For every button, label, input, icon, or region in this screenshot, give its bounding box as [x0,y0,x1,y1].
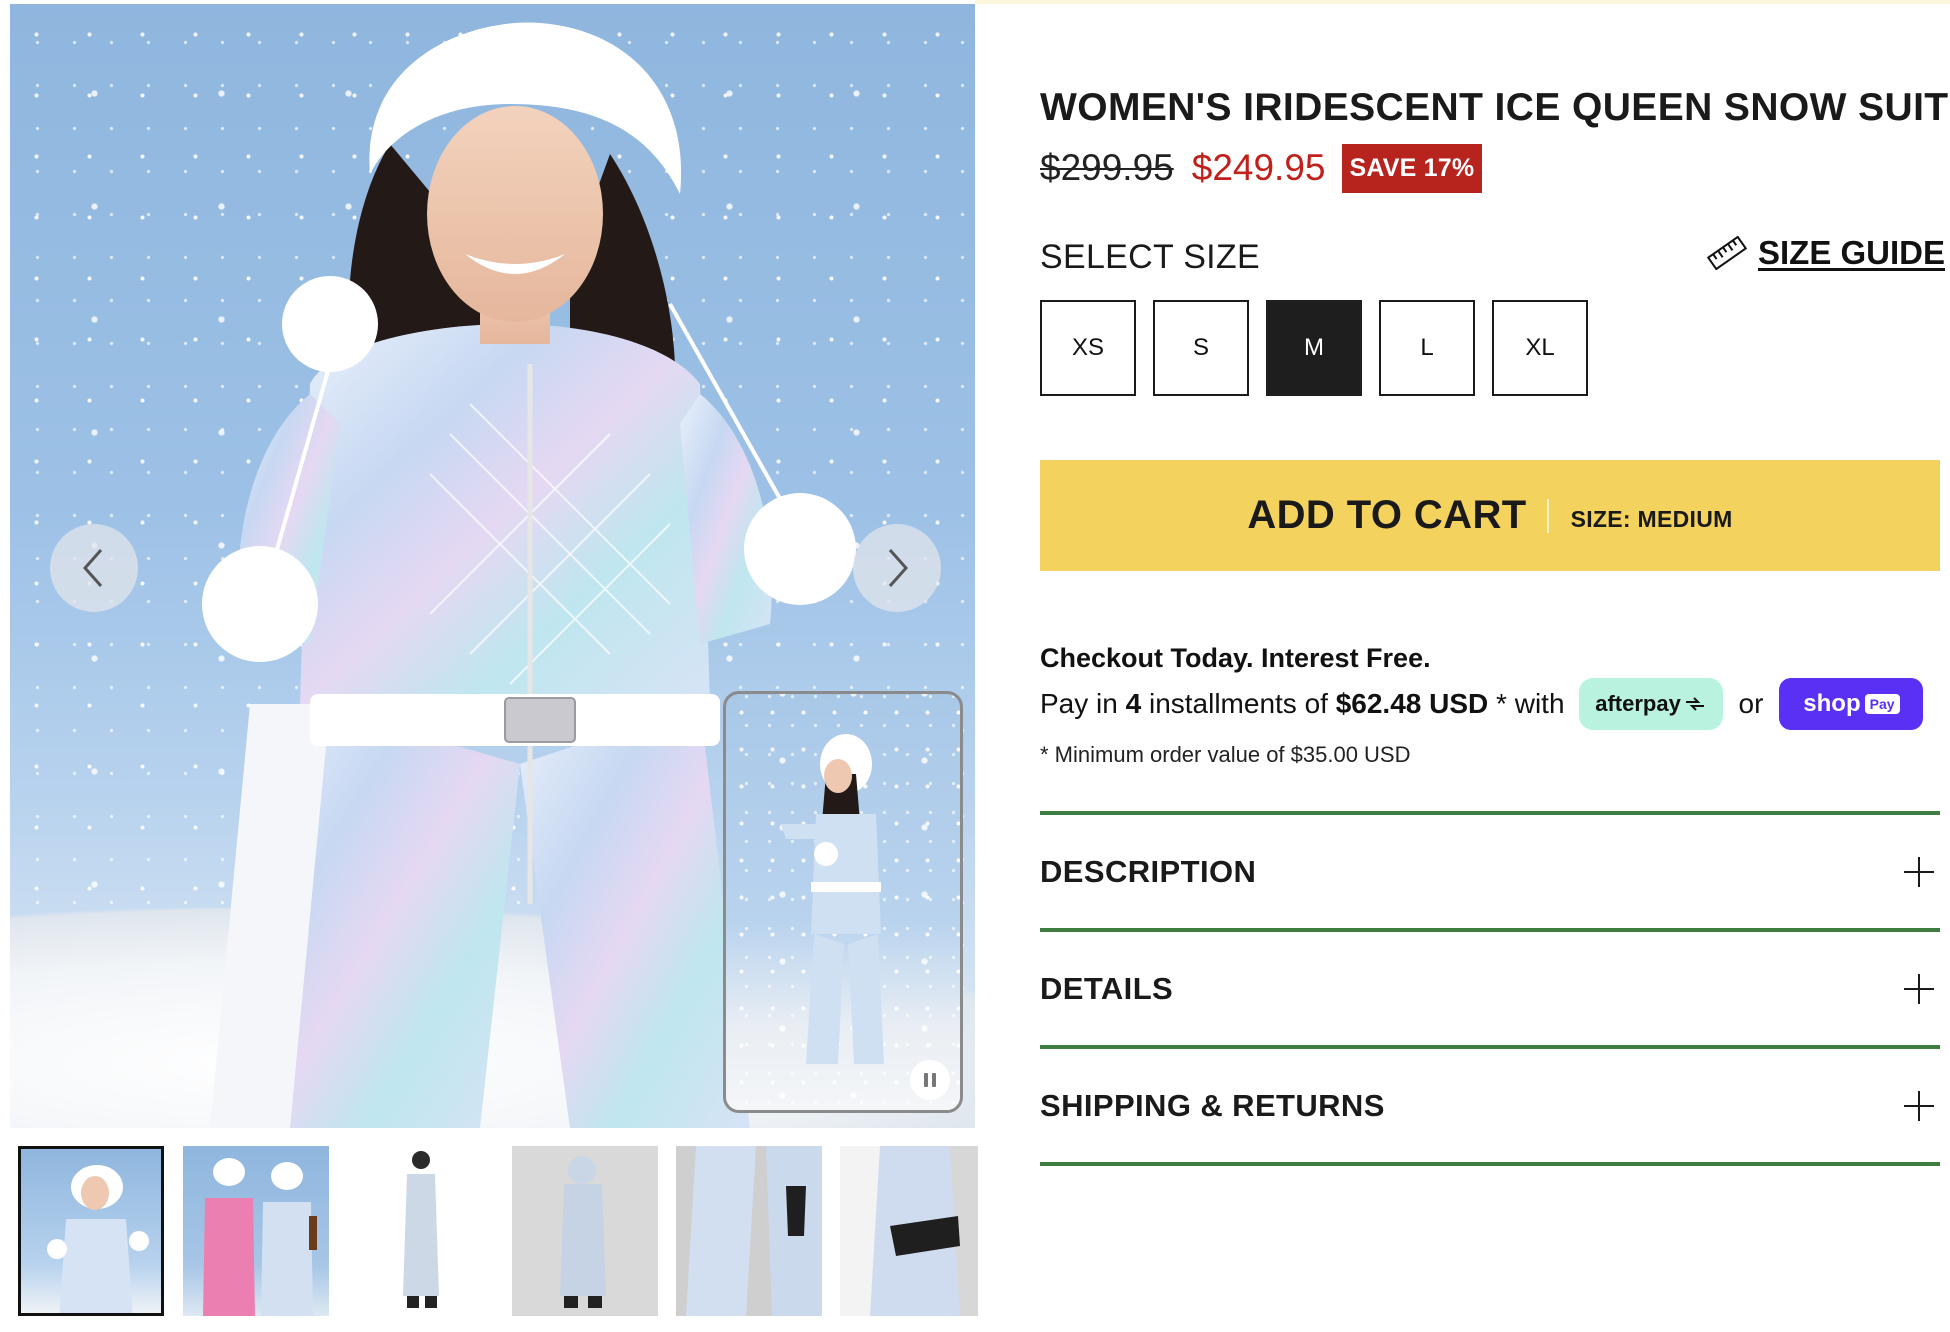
shoppay-pill: Pay [1864,694,1900,714]
add-to-cart-divider [1546,498,1549,533]
thumbnail-6-image [840,1146,960,1316]
thumbnail-1[interactable] [18,1146,164,1316]
accordion-shipping-returns[interactable]: SHIPPING & RETURNS [1040,1049,1940,1162]
add-to-cart-button[interactable]: ADD TO CART SIZE: MEDIUM [1040,460,1940,571]
size-option-s[interactable]: S [1153,300,1249,396]
installment-prefix: Pay in [1040,688,1118,719]
pause-icon-bar [932,1073,936,1087]
plus-icon [1904,1090,1934,1121]
video-model-figure [781,734,884,1064]
video-preview[interactable] [723,691,963,1113]
pause-icon [924,1073,928,1087]
accordion-divider [1040,1162,1940,1166]
original-price: $299.95 [1040,147,1174,188]
shoppay-badge[interactable]: shop Pay [1779,678,1924,730]
size-guide-link[interactable]: SIZE GUIDE [1706,234,1945,272]
thumbnail-2[interactable] [183,1146,329,1316]
main-product-image [10,4,975,1128]
plus-icon [1904,856,1934,887]
plus-icon [1904,973,1934,1004]
product-accordion: DESCRIPTION DETAILS SHIPPING & RETURNS [1040,811,1940,1166]
thumbnail-4-image [560,1156,606,1308]
accordion-shipping-label: SHIPPING & RETURNS [1040,1087,1385,1123]
afterpay-arrows-icon [1685,697,1704,711]
installment-suffix: * with [1496,688,1565,719]
accordion-description-label: DESCRIPTION [1040,853,1257,889]
thumbnail-strip [18,1146,978,1316]
chevron-left-icon [82,549,103,587]
ruler-icon [1706,236,1748,270]
thumbnail-3-image [403,1151,439,1308]
video-pause-button[interactable] [910,1060,950,1100]
thumbnail-1-image [47,1165,149,1313]
gallery-prev-button[interactable] [50,524,138,612]
payment-or-text: or [1738,688,1764,719]
save-badge: SAVE 17% [1341,143,1483,193]
size-guide-label: SIZE GUIDE [1758,234,1946,271]
accordion-description[interactable]: DESCRIPTION [1040,815,1940,928]
thumbnail-5-image [686,1146,822,1316]
price-row: $299.95 $249.95 SAVE 17% [1040,140,1483,196]
gallery-next-button[interactable] [853,524,941,612]
thumbnail-4[interactable] [512,1146,658,1316]
installment-line: Pay in 4 installments of $62.48 USD * wi… [1040,676,1924,732]
top-announcement-strip [975,0,1950,4]
minimum-order-note: * Minimum order value of $35.00 USD [1040,742,1411,767]
product-title: WOMEN'S IRIDESCENT ICE QUEEN SNOW SUIT [1040,86,1949,129]
size-option-m[interactable]: M [1266,300,1362,396]
afterpay-label: afterpay [1595,691,1681,716]
installment-middle: installments of [1148,688,1328,719]
size-option-xs[interactable]: XS [1040,300,1136,396]
installment-amount: $62.48 USD [1335,688,1489,719]
thumbnail-6[interactable] [840,1146,978,1316]
afterpay-badge[interactable]: afterpay [1578,678,1723,730]
select-size-label: SELECT SIZE [1040,238,1260,276]
shoppay-label: shop [1803,690,1861,717]
thumbnail-3[interactable] [347,1146,493,1316]
thumbnail-2-image [203,1158,317,1316]
size-option-xl[interactable]: XL [1492,300,1588,396]
add-to-cart-label: ADD TO CART [1247,493,1527,537]
accordion-details-label: DETAILS [1040,970,1174,1006]
chevron-right-icon [888,549,909,587]
accordion-details[interactable]: DETAILS [1040,932,1940,1045]
size-option-l[interactable]: L [1379,300,1475,396]
checkout-headline: Checkout Today. Interest Free. [1040,643,1431,673]
add-to-cart-size-note: SIZE: MEDIUM [1570,506,1733,532]
thumbnail-5[interactable] [676,1146,822,1316]
size-options: XS S M L XL [1040,300,1605,396]
sale-price: $249.95 [1191,147,1326,188]
installment-count: 4 [1125,688,1142,719]
